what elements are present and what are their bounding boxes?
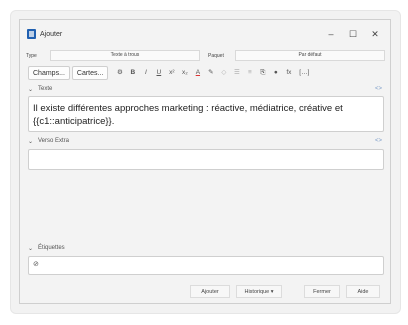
minimize-icon[interactable]: – — [320, 27, 342, 41]
gear-icon[interactable]: ⚙ — [114, 66, 125, 80]
verso-extra-field-content[interactable] — [29, 150, 383, 160]
tags-label: Étiquettes — [38, 245, 65, 251]
cloze-icon[interactable]: […] — [296, 66, 312, 80]
note-type-deck-row: Type Texte à trous Paquet Par défaut — [20, 50, 390, 62]
html-editor-icon[interactable]: <> — [375, 138, 382, 144]
editor-toolbar: Champs... Cartes... ⚙ B I U x² x₂ A ✎ ◇ … — [28, 65, 384, 81]
tags-header[interactable]: ⌄ Étiquettes — [28, 245, 384, 255]
close-window-icon[interactable]: ✕ — [364, 27, 386, 41]
deck-selector[interactable]: Par défaut — [235, 50, 385, 61]
texte-field-editor[interactable]: Il existe différentes approches marketin… — [28, 96, 384, 132]
note-type-selector[interactable]: Texte à trous — [50, 50, 200, 61]
tag-icon: ⊘ — [33, 261, 39, 268]
italic-icon[interactable]: I — [140, 66, 151, 80]
underline-icon[interactable]: U — [153, 66, 164, 80]
tags-editor[interactable]: ⊘ — [28, 256, 384, 275]
screenshot-frame: Ajouter – ☐ ✕ Type Texte à trous Paquet … — [10, 10, 401, 314]
help-button[interactable]: Aide — [346, 285, 380, 298]
eraser-icon[interactable]: ◇ — [218, 66, 229, 80]
title-bar: Ajouter – ☐ ✕ — [20, 20, 390, 48]
subscript-icon[interactable]: x₂ — [179, 66, 190, 80]
history-button[interactable]: Historique ▾ — [236, 285, 282, 298]
chevron-down-icon[interactable]: ⌄ — [28, 138, 33, 145]
cards-button[interactable]: Cartes... — [71, 66, 109, 80]
highlight-icon[interactable]: ✎ — [205, 66, 216, 80]
field-name-verso-extra: Verso Extra — [38, 138, 70, 144]
anki-app-icon — [27, 29, 36, 39]
type-label: Type — [26, 53, 37, 59]
fields-button[interactable]: Champs... — [28, 66, 70, 80]
deck-label: Paquet — [208, 53, 224, 59]
ordered-list-icon[interactable]: ≡ — [244, 66, 255, 80]
add-note-window: Ajouter – ☐ ✕ Type Texte à trous Paquet … — [19, 19, 391, 304]
chevron-down-icon[interactable]: ⌄ — [28, 86, 33, 93]
close-button[interactable]: Fermer — [304, 285, 340, 298]
bold-icon[interactable]: B — [127, 66, 138, 80]
superscript-icon[interactable]: x² — [166, 66, 177, 80]
field-name-texte: Texte — [38, 86, 53, 92]
chevron-down-icon[interactable]: ⌄ — [28, 245, 33, 252]
math-icon[interactable]: fx — [283, 66, 294, 80]
bottom-button-bar: Ajouter Historique ▾ Fermer Aide — [20, 285, 390, 299]
text-color-icon[interactable]: A — [192, 66, 203, 80]
verso-extra-field-editor[interactable] — [28, 149, 384, 170]
html-editor-icon[interactable]: <> — [375, 86, 382, 92]
texte-field-content[interactable]: Il existe différentes approches marketin… — [29, 97, 383, 133]
record-audio-icon[interactable]: ● — [270, 66, 281, 80]
maximize-icon[interactable]: ☐ — [342, 27, 364, 41]
paperclip-icon[interactable]: ⎘ — [257, 66, 268, 80]
window-title: Ajouter — [40, 30, 63, 38]
field-header-verso-extra[interactable]: ⌄ Verso Extra <> — [28, 138, 384, 148]
window-controls: – ☐ ✕ — [320, 27, 386, 41]
unordered-list-icon[interactable]: ☰ — [231, 66, 242, 80]
field-header-texte[interactable]: ⌄ Texte <> — [28, 86, 384, 96]
add-button[interactable]: Ajouter — [190, 285, 230, 298]
